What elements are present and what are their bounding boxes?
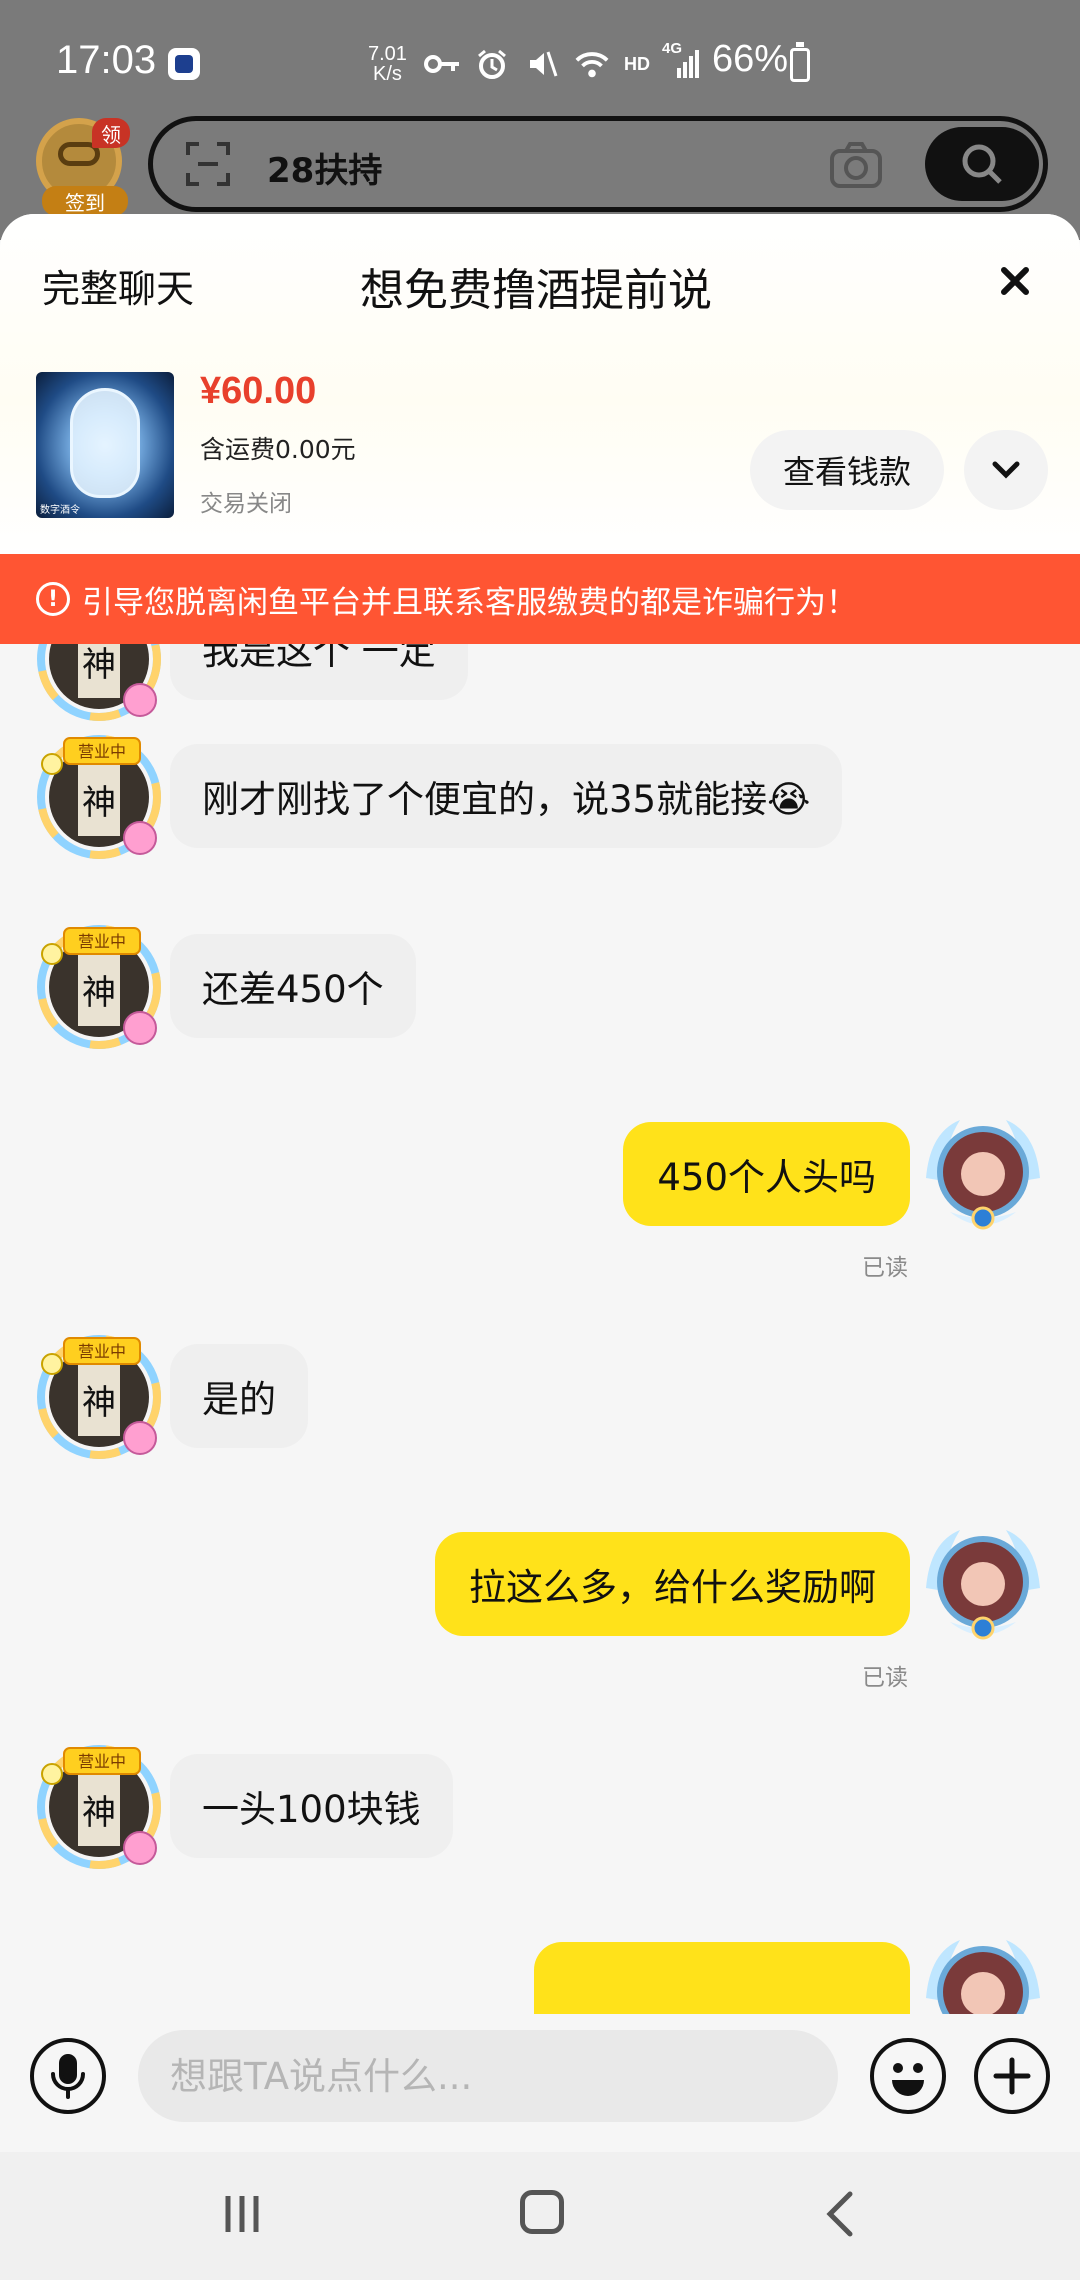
checkin-label: 签到 <box>42 186 128 216</box>
net-speed-value: 7.01 <box>368 43 407 65</box>
wifi-icon <box>574 46 610 82</box>
close-icon[interactable] <box>992 258 1038 304</box>
warning-icon: ! <box>36 582 70 616</box>
plus-icon <box>993 2057 1031 2095</box>
read-receipt: 已读 <box>862 1255 908 1281</box>
avatar-image: 神营业中 <box>37 1745 161 1869</box>
message-bubble[interactable]: 是的 <box>170 1344 308 1448</box>
checkin-badge: 领 <box>92 118 130 148</box>
voice-button[interactable] <box>30 2038 106 2114</box>
product-image <box>70 388 140 498</box>
search-icon <box>962 144 1002 184</box>
my-message-bubble[interactable]: 450个人头吗 <box>623 1122 910 1226</box>
expand-button[interactable] <box>964 430 1048 510</box>
app-notification-icon <box>168 48 200 80</box>
camera-icon[interactable] <box>829 141 883 189</box>
net-speed: 7.01 K/s <box>368 44 407 84</box>
message-bubble[interactable]: 还差450个 <box>170 934 416 1038</box>
chat-sheet: 完整聊天 想免费撸酒提前说 数字酒令 ¥60.00 含运费0.00元 交易关闭 … <box>0 214 1080 2152</box>
avatar-image: 神营业中 <box>37 735 161 859</box>
search-bar[interactable]: 28扶持 <box>148 116 1048 212</box>
home-icon[interactable] <box>520 2190 564 2234</box>
my-message-bubble[interactable] <box>534 1942 910 2014</box>
search-query: 28扶持 <box>267 151 383 191</box>
svg-text:营业中: 营业中 <box>78 1342 126 1361</box>
system-navigation-bar <box>0 2152 1080 2280</box>
message-list[interactable]: 神营业中 我是这个 一定 神营业中 刚才刚找了个便宜的，说35就能接😭 神营业中… <box>0 644 1080 2014</box>
avatar-image <box>926 1120 1040 1230</box>
avatar-image: 神营业中 <box>37 644 161 721</box>
status-bar: 17:03 7.01 K/s HD 4G 66% <box>0 0 1080 120</box>
avatar[interactable]: 神营业中 <box>36 644 162 722</box>
avatar-image <box>926 1530 1040 1640</box>
my-message-bubble[interactable]: 拉这么多，给什么奖励啊 <box>435 1532 910 1636</box>
mute-icon <box>524 46 560 82</box>
search-button[interactable] <box>925 127 1039 201</box>
product-price: ¥60.00 <box>200 370 317 412</box>
input-bar <box>0 2014 1080 2152</box>
svg-text:神: 神 <box>82 783 116 823</box>
recent-apps-icon[interactable] <box>220 2192 264 2236</box>
svg-text:营业中: 营业中 <box>78 742 126 761</box>
avatar-image: 神营业中 <box>37 925 161 1049</box>
message-bubble[interactable]: 我是这个 一定 <box>170 644 468 700</box>
read-receipt: 已读 <box>862 1665 908 1691</box>
avatar-image <box>926 1940 1040 2014</box>
svg-text:神: 神 <box>82 1793 116 1833</box>
battery-percent: 66% <box>712 38 789 80</box>
shipping-fee: 含运费0.00元 <box>200 435 356 464</box>
product-thumbnail[interactable]: 数字酒令 <box>36 372 174 518</box>
fraud-warning-banner: ! 引导您脱离闲鱼平台并且联系客服缴费的都是诈骗行为！ <box>0 554 1080 644</box>
smiley-icon <box>892 2063 924 2096</box>
status-icons: HD 4G <box>424 40 700 84</box>
hd-label: HD <box>624 53 650 74</box>
svg-text:神: 神 <box>82 973 116 1013</box>
svg-text:神: 神 <box>82 645 116 685</box>
full-chat-link[interactable]: 完整聊天 <box>42 258 194 313</box>
avatar[interactable]: 神营业中 <box>36 924 162 1050</box>
avatar[interactable]: 神营业中 <box>36 1744 162 1870</box>
my-avatar[interactable] <box>920 1522 1046 1648</box>
message-bubble[interactable]: 一头100块钱 <box>170 1754 453 1858</box>
svg-text:营业中: 营业中 <box>78 932 126 951</box>
status-time: 17:03 <box>56 38 157 82</box>
deal-status: 交易关闭 <box>200 491 292 517</box>
message-input[interactable] <box>138 2030 838 2122</box>
scan-icon[interactable] <box>185 141 231 187</box>
view-money-button[interactable]: 查看钱款 <box>750 430 944 510</box>
microphone-icon <box>51 2054 85 2099</box>
chat-title: 想免费撸酒提前说 <box>360 265 712 316</box>
avatar[interactable]: 神营业中 <box>36 734 162 860</box>
svg-text:神: 神 <box>82 1383 116 1423</box>
alarm-icon <box>474 46 510 82</box>
battery-icon <box>790 42 810 82</box>
my-avatar[interactable] <box>920 1932 1046 2014</box>
message-bubble[interactable]: 刚才刚找了个便宜的，说35就能接😭 <box>170 744 843 848</box>
emoji-button[interactable] <box>870 2038 946 2114</box>
back-icon[interactable] <box>820 2190 864 2238</box>
more-button[interactable] <box>974 2038 1050 2114</box>
avatar[interactable]: 神营业中 <box>36 1334 162 1460</box>
checkin-button[interactable]: 领 签到 <box>36 118 130 216</box>
my-avatar[interactable] <box>920 1112 1046 1238</box>
network-label: 4G <box>662 40 683 57</box>
net-speed-unit: K/s <box>373 63 402 85</box>
warning-text: 引导您脱离闲鱼平台并且联系客服缴费的都是诈骗行为！ <box>82 584 857 621</box>
signal-icon: 4G <box>662 40 700 82</box>
key-icon <box>424 46 460 82</box>
chevron-down-icon <box>992 461 1020 479</box>
avatar-image: 神营业中 <box>37 1335 161 1459</box>
sheet-header: 完整聊天 想免费撸酒提前说 数字酒令 ¥60.00 含运费0.00元 交易关闭 … <box>0 214 1080 554</box>
thumb-caption: 数字酒令 <box>40 505 80 516</box>
svg-text:营业中: 营业中 <box>78 1752 126 1771</box>
